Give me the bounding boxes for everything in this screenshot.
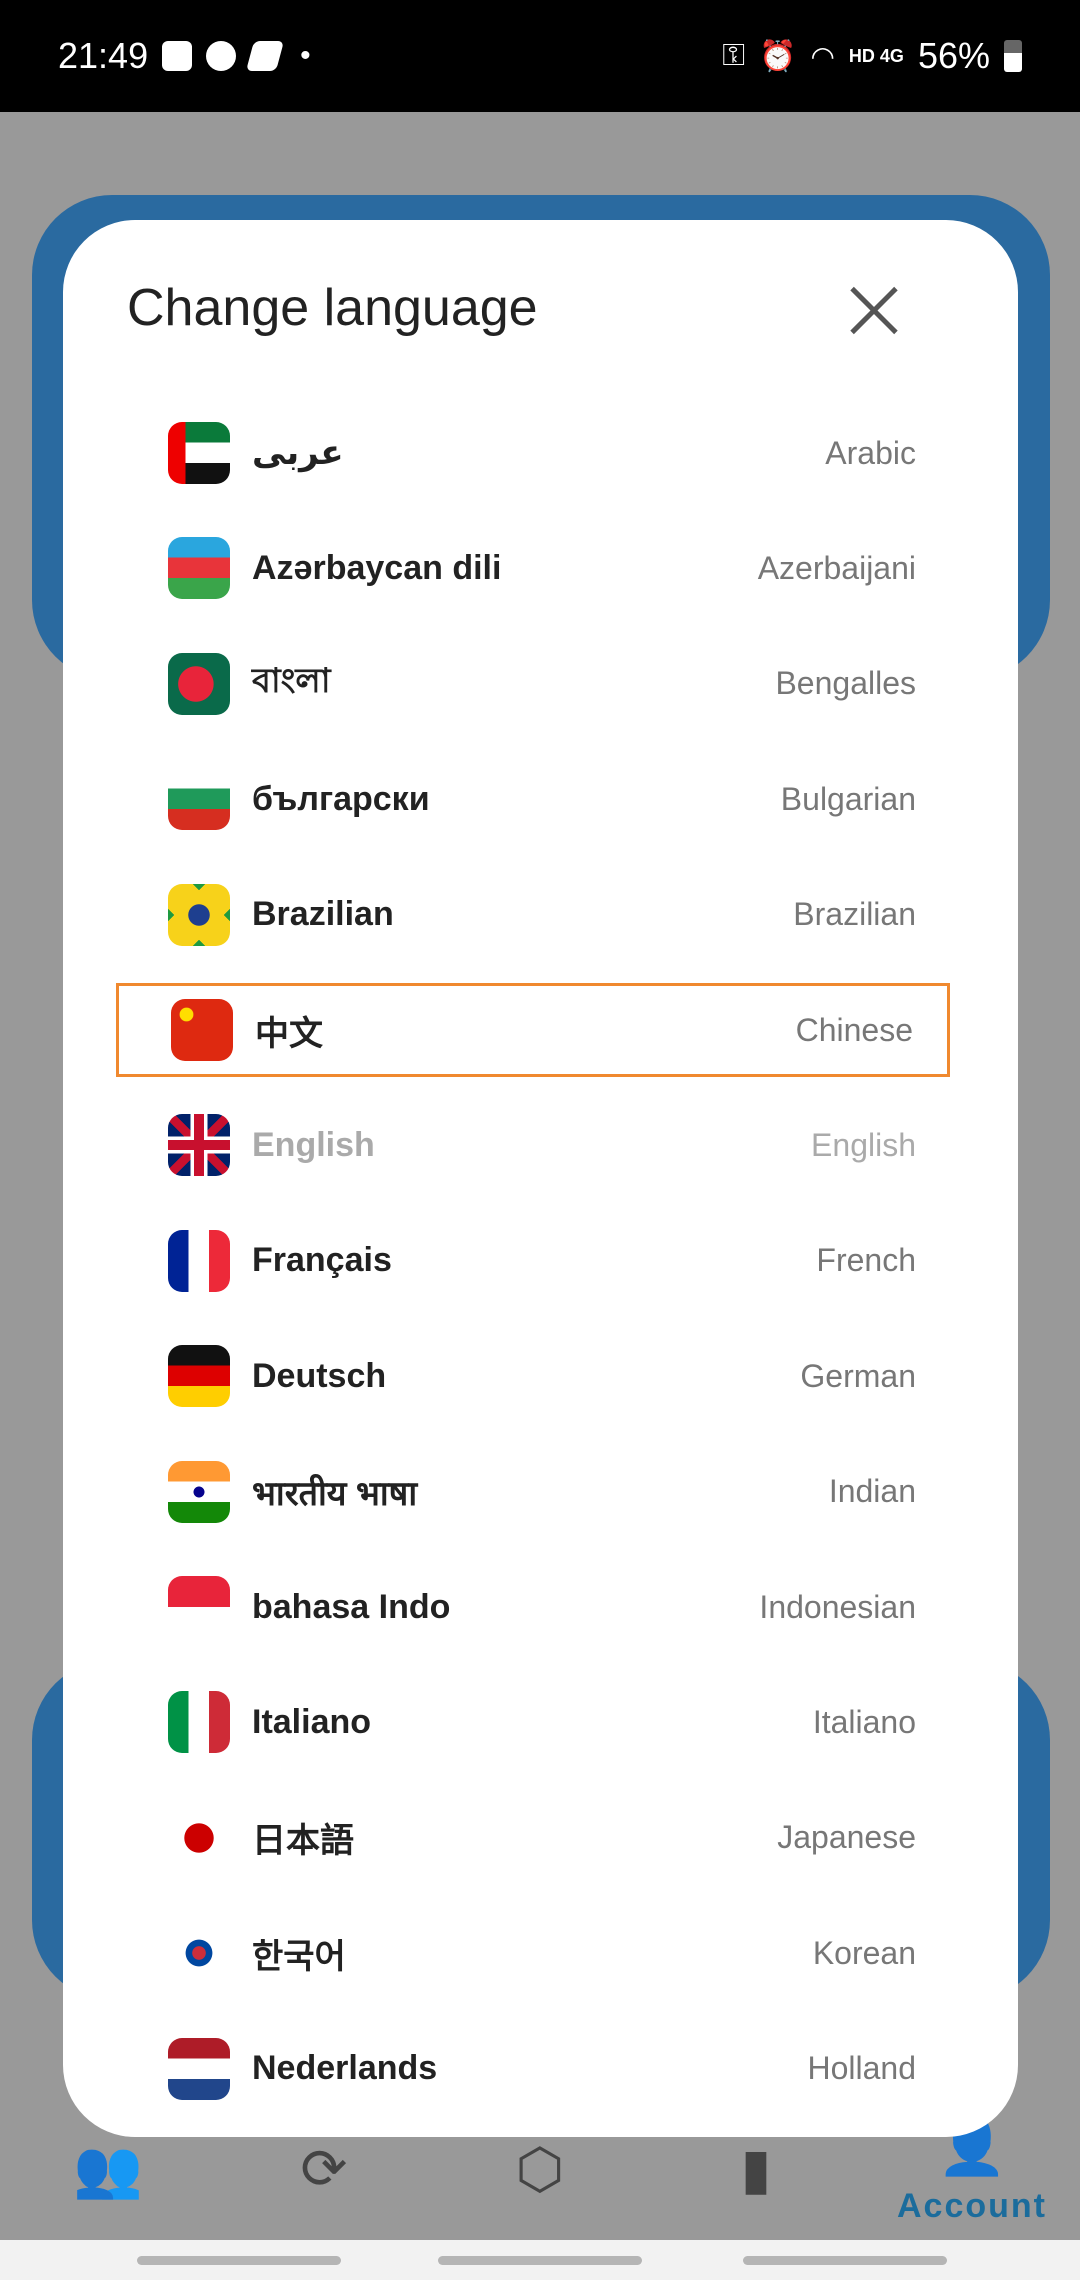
flag-bangladesh-icon [168, 652, 230, 715]
language-native-name: 日本語 [252, 1822, 354, 1861]
flag-indonesia-icon [168, 1576, 230, 1638]
home-button[interactable] [438, 2256, 642, 2265]
language-item[interactable]: Deutsch German [116, 1329, 950, 1423]
language-item[interactable]: English English [116, 1098, 950, 1192]
language-native-name: বাংলা [252, 662, 331, 701]
flag-brazil-icon [168, 883, 230, 946]
dialog-title: Change language [127, 279, 538, 337]
language-english-name: Indonesian [759, 1588, 916, 1625]
flag-india-icon [168, 1460, 230, 1523]
users-icon: 👥 [73, 2137, 143, 2200]
language-item[interactable]: বাংলা Bengalles [116, 637, 950, 731]
language-english-name: Chinese [795, 1011, 913, 1048]
system-nav-bar [0, 2240, 1080, 2280]
flag-uae-icon [168, 422, 230, 484]
flag-france-icon [168, 1229, 230, 1292]
alarm-icon: ⏰ [759, 39, 797, 73]
status-bar: 21:49 • ⚿ ⏰ ◠ HD 4G 56% [0, 0, 1080, 112]
change-language-dialog: Change language عربى Arabic Azərbaycan d… [63, 220, 1018, 2137]
flag-korea-icon [168, 1922, 230, 1985]
language-native-name: български [252, 779, 430, 818]
language-english-name: Japanese [777, 1819, 916, 1856]
language-native-name: Brazilian [252, 895, 394, 934]
network-label: HD 4G [848, 45, 904, 66]
flag-japan-icon [168, 1806, 230, 1869]
language-item[interactable]: Brazilian Brazilian [116, 868, 950, 962]
vpn-key-icon: ⚿ [722, 39, 746, 72]
language-item[interactable]: भारतीय भाषा Indian [116, 1445, 950, 1539]
battery-percent: 56% [917, 35, 990, 76]
back-button[interactable] [743, 2256, 947, 2265]
language-list[interactable]: عربى Arabic Azərbaycan dili Azerbaijani … [63, 395, 1018, 2137]
language-native-name: भारतीय भाषा [252, 1474, 418, 1513]
recents-button[interactable] [137, 2256, 341, 2265]
language-item[interactable]: 中文 Chinese [116, 983, 950, 1077]
language-item[interactable]: Nederlands Holland [116, 2022, 950, 2116]
flag-uk-icon [168, 1114, 230, 1177]
clock: 21:49 [58, 35, 149, 76]
language-english-name: Azerbaijani [757, 549, 916, 586]
flag-bulgaria-icon [168, 768, 230, 831]
language-native-name: عربى [252, 434, 344, 472]
app-notification-icon [246, 41, 285, 71]
dot-icon: • [300, 39, 311, 72]
flag-netherlands-icon [168, 2037, 230, 2100]
language-item[interactable]: Français French [116, 1214, 950, 1308]
language-english-name: Arabic [825, 434, 916, 471]
flag-italy-icon [168, 1691, 230, 1754]
language-english-name: Bulgarian [780, 780, 916, 817]
flag-china-icon [171, 999, 233, 1061]
language-native-name: Azərbaycan dili [252, 548, 502, 587]
language-native-name: Deutsch [252, 1356, 387, 1395]
language-english-name: Italiano [812, 1703, 916, 1740]
language-english-name: Korean [812, 1934, 916, 1971]
language-native-name: Nederlands [252, 2049, 438, 2088]
language-native-name: Italiano [252, 1702, 372, 1741]
language-english-name: Brazilian [793, 896, 916, 933]
language-english-name: English [811, 1126, 916, 1163]
language-native-name: 中文 [255, 1014, 323, 1053]
battery-icon [1004, 40, 1022, 72]
game-icon [206, 41, 237, 71]
language-native-name: English [252, 1125, 375, 1164]
language-english-name: Indian [828, 1473, 916, 1510]
language-item[interactable]: bahasa Indo Indonesian [116, 1560, 950, 1654]
language-native-name: bahasa Indo [252, 1587, 451, 1626]
language-native-name: 한국어 [252, 1937, 346, 1976]
language-native-name: Français [252, 1241, 392, 1280]
language-english-name: French [816, 1242, 916, 1279]
flag-azerbaijan-icon [168, 537, 230, 600]
wifi-icon: ◠ [810, 40, 835, 72]
gallery-icon [162, 41, 193, 71]
language-item[interactable]: عربى Arabic [116, 406, 950, 500]
language-english-name: Holland [807, 2050, 916, 2087]
swap-icon: ⟳ [300, 2137, 348, 2200]
hexagon-icon: ⬡ [515, 2137, 565, 2200]
nav-label: Account [897, 2186, 1047, 2225]
wallet-icon: ▮ [740, 2137, 772, 2200]
language-item[interactable]: Italiano Italiano [116, 1675, 950, 1769]
language-item[interactable]: Azərbaycan dili Azerbaijani [116, 521, 950, 615]
language-item[interactable]: български Bulgarian [116, 752, 950, 846]
flag-germany-icon [168, 1345, 230, 1408]
close-icon[interactable] [845, 280, 905, 340]
language-english-name: German [800, 1357, 916, 1394]
language-item[interactable]: 日本語 Japanese [116, 1791, 950, 1885]
language-item[interactable]: 한국어 Korean [116, 1906, 950, 2000]
language-english-name: Bengalles [775, 665, 916, 702]
